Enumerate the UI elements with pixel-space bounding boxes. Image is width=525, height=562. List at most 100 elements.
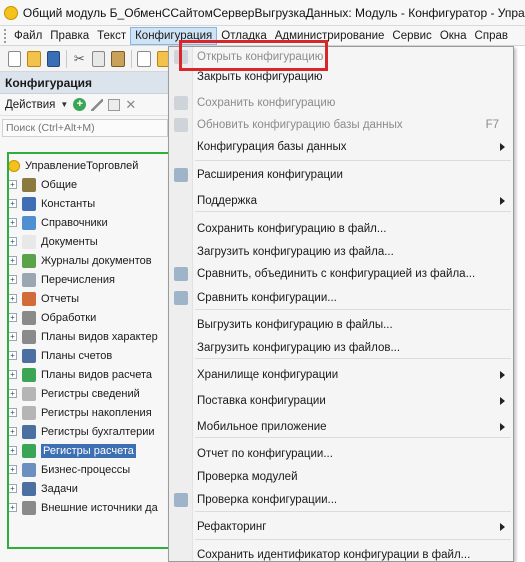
paste-icon[interactable] bbox=[111, 50, 125, 67]
tree-item[interactable]: + Константы bbox=[0, 194, 170, 213]
tree-root[interactable]: УправлениеТорговлей bbox=[0, 156, 170, 175]
tree-item[interactable]: + Задачи bbox=[0, 479, 170, 498]
menu-item[interactable]: Хранилище конфигурации bbox=[169, 365, 513, 385]
expand-icon[interactable]: + bbox=[8, 408, 17, 417]
menu-item[interactable]: Сохранить конфигурацию bbox=[169, 93, 513, 113]
new-document-icon[interactable] bbox=[8, 50, 22, 67]
menubar-item[interactable]: Сервис bbox=[388, 27, 435, 45]
tree-item[interactable]: + Регистры расчета bbox=[0, 441, 170, 460]
expand-icon[interactable]: + bbox=[8, 275, 17, 284]
menu-item[interactable]: Конфигурация базы данных bbox=[169, 137, 513, 157]
expand-icon[interactable]: + bbox=[8, 370, 17, 379]
menu-item[interactable]: Проверка модулей bbox=[169, 467, 513, 487]
configuration-panel: Конфигурация Действия ▼ + ✕ УправлениеТо… bbox=[0, 72, 170, 562]
menu-shortcut: F7 bbox=[485, 119, 499, 131]
compare-configs-icon bbox=[174, 291, 188, 305]
documents-icon bbox=[22, 234, 36, 249]
tree-item[interactable]: + Планы видов расчета bbox=[0, 365, 170, 384]
menu-item[interactable]: Сравнить, объединить с конфигурацией из … bbox=[169, 264, 513, 284]
tree-item[interactable]: + Внешние источники да bbox=[0, 498, 170, 517]
tree-item[interactable]: + Документы bbox=[0, 232, 170, 251]
actions-menu-button[interactable]: Действия bbox=[5, 99, 55, 111]
tree-item[interactable]: + Регистры накопления bbox=[0, 403, 170, 422]
tree-item[interactable]: + Справочники bbox=[0, 213, 170, 232]
menubar-item[interactable]: Отладка bbox=[217, 27, 270, 45]
expand-icon[interactable]: + bbox=[8, 199, 17, 208]
tree-item[interactable]: + Регистры сведений bbox=[0, 384, 170, 403]
copy-item-icon[interactable] bbox=[108, 98, 121, 111]
tree-item-label: Справочники bbox=[41, 216, 108, 229]
menubar-item[interactable]: Администрирование bbox=[271, 27, 389, 45]
menubar-item[interactable]: Конфигурация bbox=[130, 26, 218, 45]
menu-item[interactable]: Поддержка bbox=[169, 191, 513, 211]
tree-item[interactable]: + Бизнес-процессы bbox=[0, 460, 170, 479]
expand-icon[interactable]: + bbox=[8, 180, 17, 189]
menu-item-label: Расширения конфигурации bbox=[197, 169, 343, 181]
copy-icon[interactable] bbox=[91, 50, 106, 67]
menu-item[interactable]: Закрыть конфигурацию bbox=[169, 67, 513, 87]
expand-icon[interactable]: + bbox=[8, 237, 17, 246]
menu-item[interactable]: Сравнить конфигурации... bbox=[169, 288, 513, 308]
menu-item[interactable]: Обновить конфигурацию базы данных F7 bbox=[169, 115, 513, 135]
delete-icon[interactable]: ✕ bbox=[125, 98, 136, 111]
tree-item-label: Регистры бухгалтерии bbox=[41, 425, 155, 438]
menu-item[interactable]: Проверка конфигурации... bbox=[169, 490, 513, 510]
menubar-item[interactable]: Справ bbox=[471, 27, 512, 45]
tree-item-label: Регистры расчета bbox=[41, 443, 136, 458]
expand-icon[interactable]: + bbox=[8, 332, 17, 341]
menu-item[interactable]: Отчет по конфигурации... bbox=[169, 444, 513, 464]
business-processes-icon bbox=[22, 462, 36, 477]
menu-item[interactable]: Сохранить идентификатор конфигурации в ф… bbox=[169, 545, 513, 562]
expand-icon[interactable]: + bbox=[8, 389, 17, 398]
menu-item-label: Конфигурация базы данных bbox=[197, 141, 347, 153]
menu-separator bbox=[195, 358, 511, 359]
cut-icon[interactable]: ✂ bbox=[73, 51, 86, 67]
menu-item[interactable]: Мобильное приложение bbox=[169, 417, 513, 437]
expand-icon[interactable]: + bbox=[8, 294, 17, 303]
tree-item[interactable]: + Регистры бухгалтерии bbox=[0, 422, 170, 441]
tree-item[interactable]: + Отчеты bbox=[0, 289, 170, 308]
menu-item[interactable]: Открыть конфигурацию bbox=[169, 47, 513, 67]
menu-item[interactable]: Расширения конфигурации bbox=[169, 165, 513, 185]
expand-icon[interactable]: + bbox=[8, 503, 17, 512]
menubar-item[interactable]: Файл bbox=[10, 27, 46, 45]
tree-item-label: Общие bbox=[41, 178, 78, 191]
list-icon[interactable] bbox=[137, 50, 151, 67]
menu-item[interactable]: Выгрузить конфигурацию в файлы... bbox=[169, 315, 513, 335]
tree-item[interactable]: + Журналы документов bbox=[0, 251, 170, 270]
constants-icon bbox=[22, 196, 36, 211]
menu-item-label: Поддержка bbox=[197, 195, 257, 207]
expand-icon[interactable]: + bbox=[8, 313, 17, 322]
menu-item[interactable]: Загрузить конфигурацию из файла... bbox=[169, 242, 513, 262]
menu-item-label: Загрузить конфигурацию из файла... bbox=[197, 246, 394, 258]
tree-item-label: Регистры накопления bbox=[41, 406, 152, 419]
menubar-item[interactable]: Текст bbox=[93, 27, 130, 45]
open-folder-icon[interactable] bbox=[27, 50, 41, 67]
menubar-item[interactable]: Окна bbox=[436, 27, 471, 45]
menu-item[interactable]: Загрузить конфигурацию из файлов... bbox=[169, 338, 513, 358]
add-icon[interactable]: + bbox=[73, 98, 87, 111]
tree-item-label: Обработки bbox=[41, 311, 97, 324]
search-input[interactable] bbox=[2, 119, 168, 137]
expand-icon[interactable]: + bbox=[8, 351, 17, 360]
tree-item-label: Регистры сведений bbox=[41, 387, 140, 400]
expand-icon[interactable]: + bbox=[8, 446, 17, 455]
expand-icon[interactable]: + bbox=[8, 218, 17, 227]
tree-item[interactable]: + Планы счетов bbox=[0, 346, 170, 365]
expand-icon[interactable]: + bbox=[8, 465, 17, 474]
configuration-root-icon bbox=[8, 159, 20, 172]
expand-icon[interactable]: + bbox=[8, 427, 17, 436]
expand-icon[interactable]: + bbox=[8, 256, 17, 265]
tree-item[interactable]: + Обработки bbox=[0, 308, 170, 327]
menubar-item[interactable]: Правка bbox=[46, 27, 93, 45]
tree-item[interactable]: + Планы видов характер bbox=[0, 327, 170, 346]
save-icon[interactable] bbox=[46, 50, 61, 67]
chevron-down-icon[interactable]: ▼ bbox=[60, 100, 68, 109]
edit-icon[interactable] bbox=[91, 98, 104, 111]
tree-item[interactable]: + Перечисления bbox=[0, 270, 170, 289]
expand-icon[interactable]: + bbox=[8, 484, 17, 493]
menu-item[interactable]: Сохранить конфигурацию в файл... bbox=[169, 219, 513, 239]
tree-item[interactable]: + Общие bbox=[0, 175, 170, 194]
menu-item[interactable]: Поставка конфигурации bbox=[169, 391, 513, 411]
menu-item[interactable]: Рефакторинг bbox=[169, 517, 513, 537]
